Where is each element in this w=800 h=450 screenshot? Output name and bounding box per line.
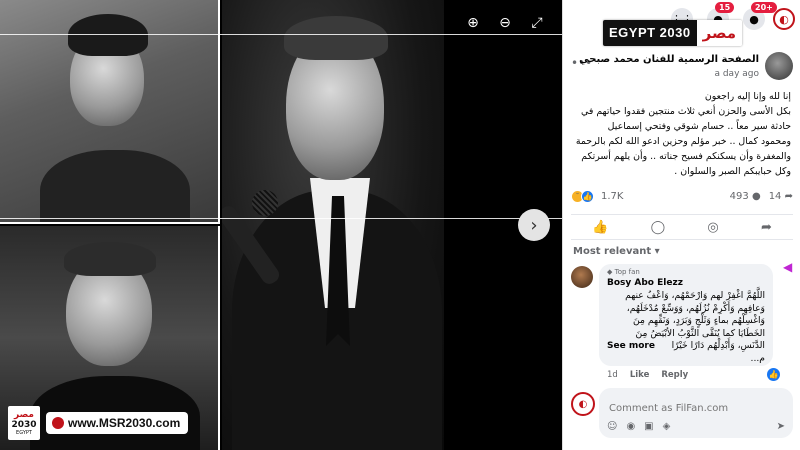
msr2030-logo: مصر 2030 EGYPT xyxy=(8,406,40,440)
messenger-badge: 15 xyxy=(715,2,735,13)
next-photo-button[interactable]: › xyxy=(518,209,550,241)
page-name[interactable]: الصفحة الرسمية للفنان محمد صبحي xyxy=(579,54,759,65)
caret-down-icon: ▾ xyxy=(654,246,660,257)
profile-avatar[interactable]: ◐ xyxy=(773,8,795,30)
post-header: ••• الصفحة الرسمية للفنان محمد صبحي a da… xyxy=(571,52,793,82)
fullscreen-icon[interactable]: ⤢ xyxy=(528,14,546,32)
comment-meta: 1d Like Reply xyxy=(607,370,688,380)
gif-icon[interactable]: ▣ xyxy=(644,421,653,432)
chevron-right-icon: › xyxy=(530,214,538,236)
comment-composer: ◐ ☺ ◉ ▣ ◈ ➤ xyxy=(571,388,793,442)
comment-bubble: ◆ Top fan Bosy Abo Elezz اللَّهُمَّ اغْف… xyxy=(599,264,773,366)
post-actions: 👍 ◯ ◎ ➦ xyxy=(571,214,793,240)
commenter-avatar[interactable] xyxy=(571,266,593,288)
diamond-icon: ◆ xyxy=(607,268,613,276)
react-arrow-icon[interactable]: ◀ xyxy=(783,260,792,274)
comment-sort-dropdown[interactable]: Most relevant ▾ xyxy=(573,246,660,257)
whatsapp-button-icon[interactable]: ◎ xyxy=(707,220,718,235)
zoom-out-icon[interactable]: ⊖ xyxy=(496,14,514,32)
comment-time[interactable]: 1d xyxy=(607,370,618,380)
reaction-icons[interactable]: ˘ 👍 xyxy=(571,190,594,203)
reaction-count[interactable]: 1.7K xyxy=(601,191,623,202)
sticker-icon[interactable]: ◈ xyxy=(663,421,671,432)
engagement-counts: 493 ● 14 ➦ xyxy=(730,191,793,202)
globe-icon xyxy=(52,417,64,429)
comment-bubble-icon: ● xyxy=(751,191,761,202)
top-fan-badge: ◆ Top fan xyxy=(607,268,640,276)
reactions-bar: ˘ 👍 1.7K 493 ● 14 ➦ xyxy=(571,190,793,206)
zoom-in-icon[interactable]: ⊕ xyxy=(464,14,482,32)
comment-text: اللَّهُمَّ اغْفِرْ لهم وَارْحَمْهُم، وَا… xyxy=(607,290,765,364)
divider xyxy=(0,34,562,35)
see-more-link[interactable]: See more xyxy=(607,340,655,353)
post-panel: ⋮⋮ ● 15 ● 20+ ◐ EGYPT 2030 مصر ••• الصفح… xyxy=(562,0,800,450)
comment-like-icon: 👍 xyxy=(767,368,780,381)
egypt2030-brand-logo: EGYPT 2030 مصر xyxy=(603,20,743,46)
viewer-toolbar: ⊕ ⊖ ⤢ xyxy=(464,14,546,32)
photo-viewer: ⊕ ⊖ ⤢ › مصر 2030 EGYPT www.MSR2030.com xyxy=(0,0,562,450)
share-count[interactable]: 14 ➦ xyxy=(769,191,793,202)
page-avatar[interactable] xyxy=(765,52,793,80)
screenshot-root: ⊕ ⊖ ⤢ › مصر 2030 EGYPT www.MSR2030.com ⋮… xyxy=(0,0,800,450)
comment-button-icon[interactable]: ◯ xyxy=(651,220,666,235)
comment-reply-link[interactable]: Reply xyxy=(661,370,688,380)
notifications-badge: 20+ xyxy=(751,2,777,13)
send-icon[interactable]: ➤ xyxy=(777,421,785,432)
emoji-icon[interactable]: ☺ xyxy=(607,421,617,432)
like-button-icon[interactable]: 👍 xyxy=(592,220,608,235)
comment-author[interactable]: Bosy Abo Elezz xyxy=(607,278,765,288)
comment-box: ☺ ◉ ▣ ◈ ➤ xyxy=(599,388,793,438)
composer-tools: ☺ ◉ ▣ ◈ xyxy=(607,421,670,432)
watermark-url: www.MSR2030.com xyxy=(46,412,189,434)
divider xyxy=(0,218,562,219)
like-reaction-icon: 👍 xyxy=(581,190,594,203)
photo-man-3-main xyxy=(222,0,444,450)
comment-like-link[interactable]: Like xyxy=(630,370,650,380)
share-arrow-icon: ➦ xyxy=(784,191,793,202)
camera-icon[interactable]: ◉ xyxy=(626,421,635,432)
comment-input[interactable] xyxy=(609,403,779,414)
watermark: مصر 2030 EGYPT www.MSR2030.com xyxy=(8,406,189,440)
composer-avatar: ◐ xyxy=(571,392,595,416)
comment-count[interactable]: 493 ● xyxy=(730,191,761,202)
post-text: إنا لله وإنا إليه راجعون بكل الأسى والحز… xyxy=(575,91,791,177)
share-button-icon[interactable]: ➦ xyxy=(761,220,772,235)
post-time[interactable]: a day ago xyxy=(714,69,759,79)
